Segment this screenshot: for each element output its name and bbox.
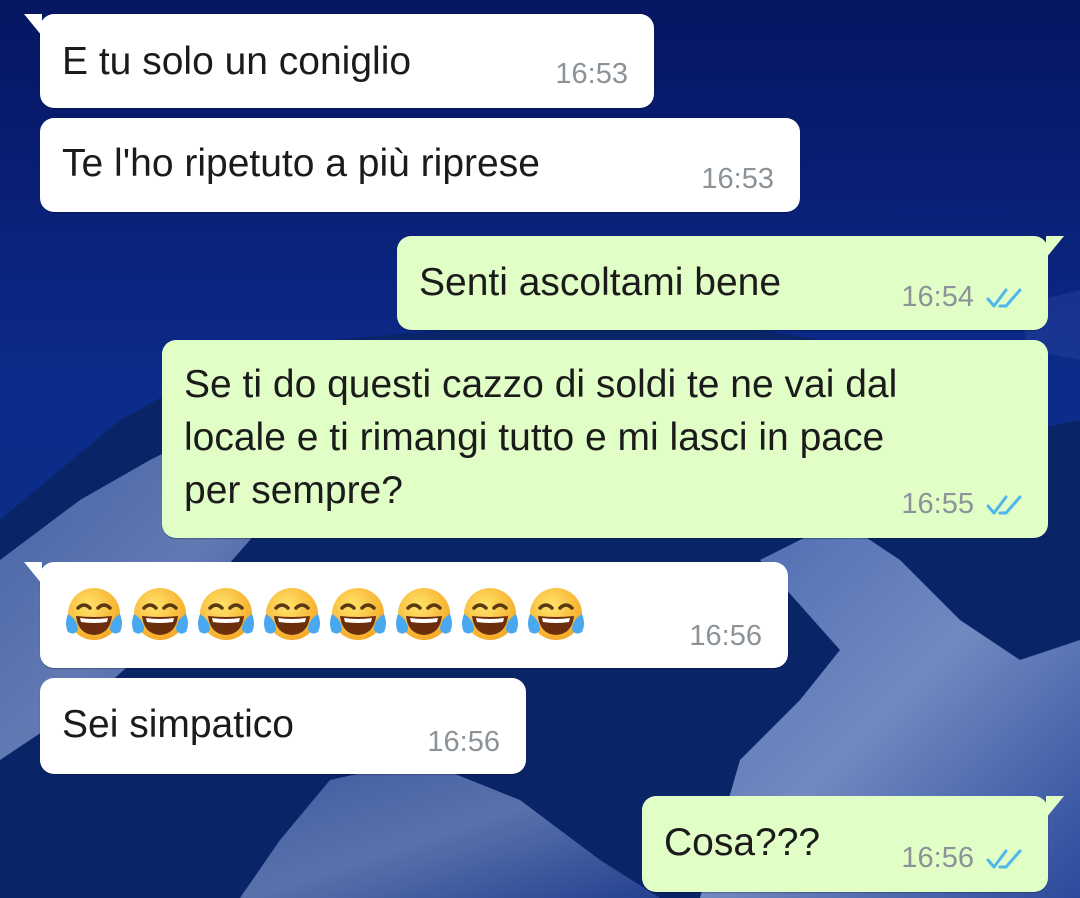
message-time: 16:55: [901, 488, 1024, 521]
face-with-tears-of-joy-icon: [528, 588, 584, 640]
face-with-tears-of-joy-icon: [330, 588, 386, 640]
message-bubble-outgoing[interactable]: Cosa??? 16:56: [642, 796, 1064, 892]
read-double-check-icon: [986, 849, 1022, 869]
message-time: 16:53: [555, 58, 628, 90]
face-with-tears-of-joy-icon: [66, 588, 122, 640]
message-bubble-outgoing[interactable]: Senti ascoltami bene 16:54: [397, 236, 1064, 330]
message-bubble-incoming[interactable]: 😂😂😂😂😂😂😂😂 16:56: [24, 562, 788, 668]
message-text: Te l'ho ripetuto a più riprese: [62, 142, 540, 185]
message-time: 16:54: [901, 281, 1024, 314]
message-time-label: 16:55: [901, 488, 974, 520]
message-time: 16:56: [901, 842, 1024, 875]
face-with-tears-of-joy-icon: [462, 588, 518, 640]
message-text: 😂😂😂😂😂😂😂😂: [62, 562, 63, 563]
message-bubble-incoming[interactable]: E tu solo un coniglio 16:53: [24, 14, 654, 108]
message-time-label: 16:54: [901, 281, 974, 313]
message-text: Sei simpatico: [62, 703, 294, 746]
message-text: Se ti do questi cazzo di soldi te ne vai…: [184, 363, 898, 512]
face-with-tears-of-joy-icon: [132, 588, 188, 640]
face-with-tears-of-joy-icon: [198, 588, 254, 640]
message-text: Senti ascoltami bene: [419, 261, 782, 304]
read-double-check-icon: [986, 288, 1022, 308]
message-time-label: 16:56: [901, 842, 974, 874]
message-bubble-incoming[interactable]: Te l'ho ripetuto a più riprese 16:53: [40, 118, 800, 212]
read-double-check-icon: [986, 495, 1022, 515]
face-with-tears-of-joy-icon: [396, 588, 452, 640]
message-bubble-incoming[interactable]: Sei simpatico 16:56: [40, 678, 526, 774]
message-time: 16:56: [689, 620, 762, 652]
emoji-row: [62, 584, 588, 648]
message-text: Cosa???: [664, 821, 821, 864]
message-bubble-outgoing[interactable]: Se ti do questi cazzo di soldi te ne vai…: [162, 340, 1048, 538]
face-with-tears-of-joy-icon: [264, 588, 320, 640]
message-time: 16:56: [427, 726, 500, 758]
message-time: 16:53: [701, 163, 774, 195]
message-text: E tu solo un coniglio: [62, 40, 412, 83]
